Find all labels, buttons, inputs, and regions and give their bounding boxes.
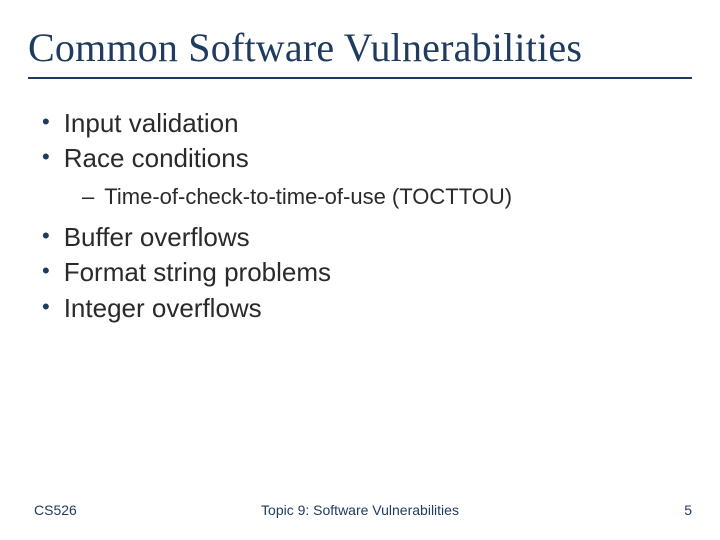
bullet-item: • Integer overflows bbox=[38, 292, 692, 325]
bullet-icon: • bbox=[42, 142, 50, 173]
title-underline bbox=[28, 77, 692, 79]
bullet-text: Race conditions bbox=[64, 142, 249, 175]
bullet-icon: • bbox=[42, 256, 50, 287]
bullet-item: • Input validation bbox=[38, 107, 692, 140]
slide-number: 5 bbox=[684, 502, 692, 518]
bullet-item: • Race conditions bbox=[38, 142, 692, 175]
bullet-text: Buffer overflows bbox=[64, 221, 250, 254]
bullet-item: • Format string problems bbox=[38, 256, 692, 289]
bullet-icon: • bbox=[42, 221, 50, 252]
slide: Common Software Vulnerabilities • Input … bbox=[0, 0, 720, 540]
footer-course: CS526 bbox=[34, 502, 77, 518]
bullet-icon: • bbox=[42, 292, 50, 323]
bullet-text: Format string problems bbox=[64, 256, 331, 289]
sub-bullet-item: – Time-of-check-to-time-of-use (TOCTTOU) bbox=[38, 182, 692, 212]
bullet-item: • Buffer overflows bbox=[38, 221, 692, 254]
bullet-text: Integer overflows bbox=[64, 292, 262, 325]
slide-content: • Input validation • Race conditions – T… bbox=[28, 107, 692, 325]
footer-topic: Topic 9: Software Vulnerabilities bbox=[0, 502, 720, 518]
bullet-text: Time-of-check-to-time-of-use (TOCTTOU) bbox=[104, 182, 512, 212]
slide-title: Common Software Vulnerabilities bbox=[28, 24, 692, 71]
dash-icon: – bbox=[82, 182, 94, 212]
slide-footer: CS526 Topic 9: Software Vulnerabilities … bbox=[0, 502, 720, 518]
bullet-icon: • bbox=[42, 107, 50, 138]
bullet-text: Input validation bbox=[64, 107, 239, 140]
